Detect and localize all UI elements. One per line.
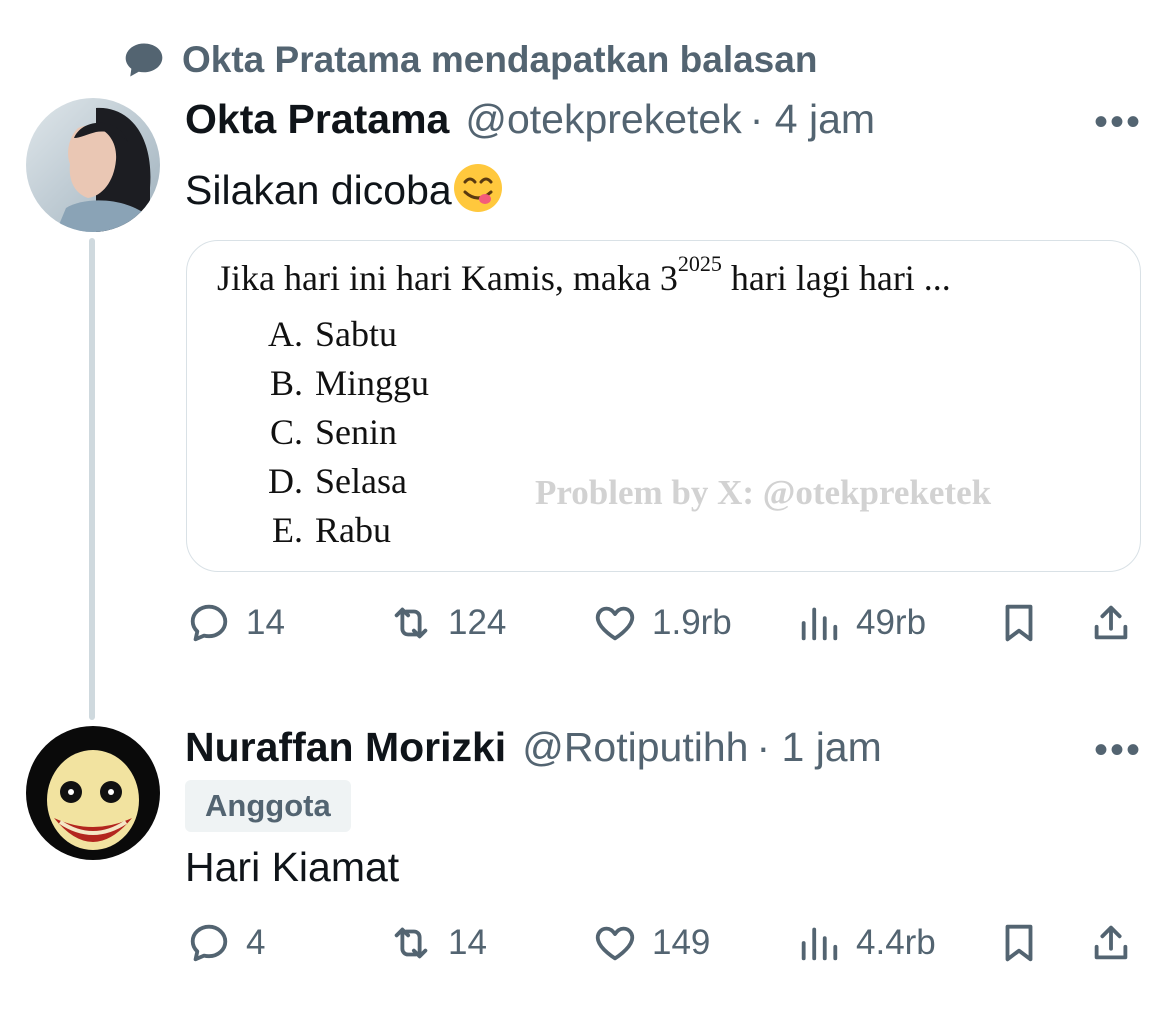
option-text: Rabu bbox=[315, 510, 391, 550]
reply-count: 4 bbox=[246, 923, 266, 962]
reply-button[interactable]: 4 bbox=[186, 920, 265, 966]
option-c: C. Senin bbox=[245, 411, 397, 453]
question-text: Jika hari ini hari Kamis, maka 3 bbox=[217, 258, 678, 298]
option-b: B. Minggu bbox=[245, 362, 429, 404]
bookmark-button[interactable] bbox=[996, 920, 1042, 966]
share-icon bbox=[1094, 605, 1128, 640]
thread-line bbox=[89, 238, 95, 720]
option-letter: D. bbox=[268, 461, 303, 501]
emoji bbox=[452, 162, 504, 224]
views-count: 4.4rb bbox=[856, 923, 936, 962]
option-letter: A. bbox=[268, 314, 303, 354]
timestamp[interactable]: · 4 jam bbox=[750, 96, 875, 143]
like-count: 149 bbox=[652, 923, 711, 962]
social-context[interactable]: Okta Pratama mendapatkan balasan bbox=[122, 38, 817, 82]
social-context-label: Okta Pratama mendapatkan balasan bbox=[182, 39, 818, 80]
option-d: D. Selasa bbox=[245, 460, 407, 502]
views-button[interactable]: 49rb bbox=[796, 600, 926, 646]
views-chart-icon bbox=[801, 607, 838, 641]
retweet-icon bbox=[394, 607, 428, 639]
reply-icon bbox=[190, 604, 228, 642]
watermark: Problem by X: @otekpreketek bbox=[535, 473, 992, 512]
option-text: Selasa bbox=[315, 461, 407, 501]
reply-button[interactable]: 14 bbox=[186, 600, 285, 646]
bookmark-icon bbox=[1005, 604, 1033, 642]
bookmark-button[interactable] bbox=[996, 600, 1042, 646]
avatar[interactable] bbox=[26, 98, 160, 232]
views-count: 49rb bbox=[856, 603, 927, 642]
member-badge: Anggota bbox=[185, 780, 351, 832]
option-letter: E. bbox=[272, 510, 303, 550]
user-handle[interactable]: @Rotiputihh bbox=[522, 724, 748, 771]
tweet-text: Silakan dicoba bbox=[185, 162, 504, 224]
share-button[interactable] bbox=[1088, 920, 1134, 966]
tweet-media-image[interactable]: Jika hari ini hari Kamis, maka 32025 har… bbox=[186, 240, 1141, 572]
option-e: E. Rabu bbox=[245, 509, 391, 551]
yum-emoji-icon bbox=[453, 164, 502, 212]
retweet-icon bbox=[394, 927, 428, 959]
speech-bubble-icon bbox=[125, 43, 163, 77]
display-name[interactable]: Okta Pratama bbox=[185, 96, 449, 143]
views-button[interactable]: 4.4rb bbox=[796, 920, 936, 966]
tweet-text: Hari Kiamat bbox=[185, 844, 400, 890]
tweet-text-content: Silakan dicoba bbox=[185, 166, 452, 213]
option-a: A. Sabtu bbox=[245, 313, 397, 355]
more-options-icon[interactable]: ••• bbox=[1094, 100, 1142, 145]
like-count: 1.9rb bbox=[652, 603, 732, 642]
math-question: Jika hari ini hari Kamis, maka 32025 har… bbox=[217, 251, 951, 299]
like-button[interactable]: 149 bbox=[592, 920, 710, 966]
more-options-icon[interactable]: ••• bbox=[1094, 728, 1142, 773]
retweet-count: 124 bbox=[448, 603, 507, 642]
retweet-button[interactable]: 14 bbox=[388, 920, 487, 966]
option-text: Senin bbox=[315, 412, 398, 452]
option-letter: B. bbox=[269, 363, 303, 403]
avatar-image bbox=[26, 98, 160, 232]
like-button[interactable]: 1.9rb bbox=[592, 600, 732, 646]
share-button[interactable] bbox=[1088, 600, 1134, 646]
heart-icon bbox=[595, 926, 635, 961]
user-handle[interactable]: @otekpreketek bbox=[465, 96, 741, 143]
retweet-count: 14 bbox=[448, 923, 487, 962]
question-ending: hari lagi hari ... bbox=[721, 258, 951, 298]
tweet-header: Nuraffan Morizki @Rotiputihh · 1 jam bbox=[185, 724, 882, 771]
avatar[interactable] bbox=[26, 726, 160, 860]
retweet-button[interactable]: 124 bbox=[388, 600, 506, 646]
option-text: Sabtu bbox=[315, 314, 398, 354]
share-icon bbox=[1094, 925, 1128, 960]
tweet-header: Okta Pratama @otekpreketek · 4 jam bbox=[185, 96, 875, 143]
heart-icon bbox=[595, 606, 635, 641]
avatar-image bbox=[26, 726, 160, 860]
reply-count: 14 bbox=[246, 603, 285, 642]
display-name[interactable]: Nuraffan Morizki bbox=[185, 724, 506, 771]
question-exponent: 2025 bbox=[677, 251, 722, 276]
bookmark-icon bbox=[1005, 924, 1033, 962]
timestamp[interactable]: · 1 jam bbox=[756, 724, 881, 771]
option-text: Minggu bbox=[315, 363, 430, 403]
option-letter: C. bbox=[269, 412, 303, 452]
views-chart-icon bbox=[801, 927, 838, 961]
reply-icon bbox=[190, 924, 228, 962]
